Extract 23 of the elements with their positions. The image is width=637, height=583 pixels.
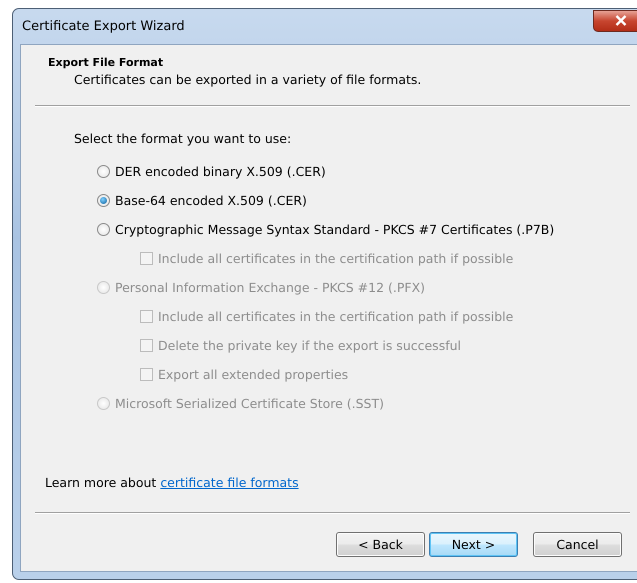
option-label: Include all certificates in the certification path if possible [158, 251, 514, 266]
page-title: Export File Format [48, 56, 164, 69]
close-button[interactable] [593, 10, 637, 32]
option-label: Include all certificates in the certification path if possible [158, 309, 514, 324]
wizard-button[interactable]: < Back [336, 532, 425, 557]
option-label: Cryptographic Message Syntax Standard - PKCS #7 Certificates (.P7B) [115, 222, 554, 237]
learn-more-text: Learn more about [45, 475, 156, 490]
option-label: Base-64 encoded X.509 (.CER) [115, 193, 307, 208]
radio-button[interactable] [97, 165, 110, 178]
option-label: Export all extended properties [158, 367, 348, 382]
window-title: Certificate Export Wizard [21, 19, 185, 34]
option-label: DER encoded binary X.509 (.CER) [115, 164, 326, 179]
format-prompt: Select the format you want to use: [74, 131, 292, 146]
option-label: Microsoft Serialized Certificate Store (.SST) [115, 396, 384, 411]
page-subtitle: Certificates can be exported in a variety of file formats. [73, 71, 422, 87]
option-label: Personal Information Exchange - PKCS #12 (.PFX) [115, 280, 426, 295]
formats-link[interactable]: certificate file formats [160, 475, 299, 490]
radio-button[interactable] [97, 194, 110, 207]
close-icon [614, 15, 626, 26]
wizard-button[interactable]: Next > [429, 532, 518, 557]
wizard-button[interactable]: Cancel [533, 532, 622, 557]
radio-button[interactable] [97, 223, 110, 236]
option-label: Delete the private key if the export is successful [158, 338, 462, 353]
